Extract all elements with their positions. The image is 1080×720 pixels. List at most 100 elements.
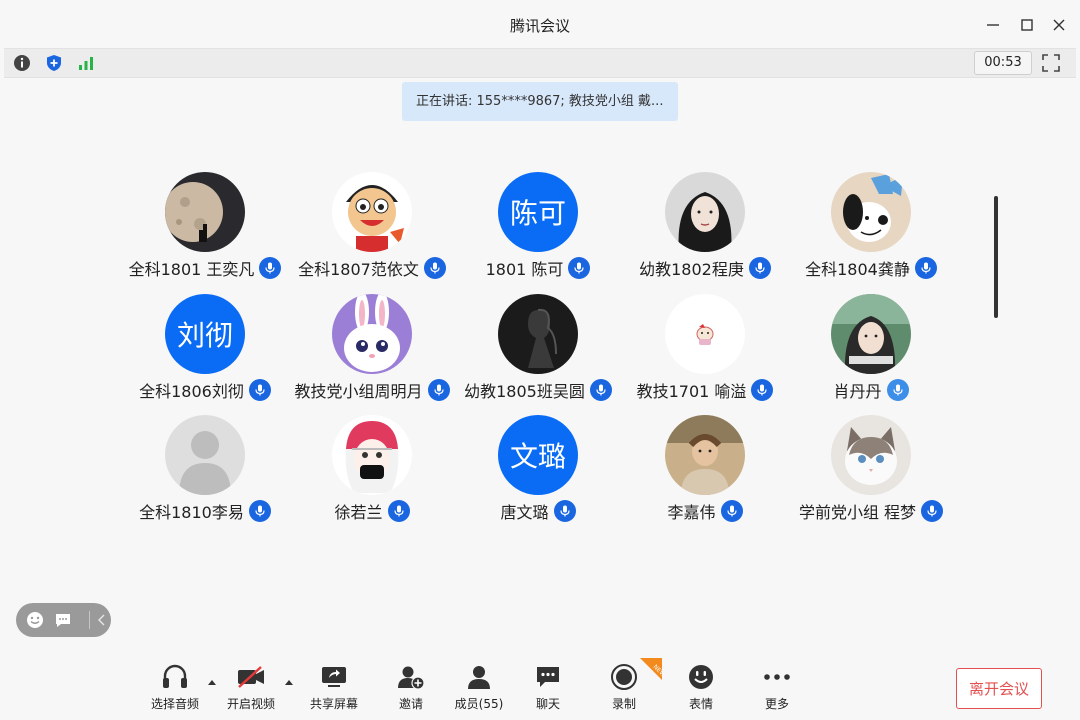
participant-tile[interactable]: 幼教1802程庚 (622, 172, 788, 284)
participant-name: 全科1810李易 (139, 503, 244, 522)
emoji-icon (689, 665, 713, 689)
avatar (831, 415, 911, 495)
share-screen-icon (322, 667, 346, 687)
avatar (332, 294, 412, 374)
participant-tile[interactable]: 全科1807范依文 (289, 172, 455, 284)
more-label: 更多 (764, 697, 789, 711)
mic-status (748, 257, 771, 279)
microphone-icon (393, 505, 404, 517)
participant-name-row: 肖丹丹 (788, 378, 954, 402)
avatar: 文璐 (498, 415, 578, 495)
window-title: 腾讯会议 (509, 17, 570, 35)
members-button[interactable]: 成员(55) (444, 662, 514, 716)
more-button[interactable]: 更多 (742, 662, 812, 716)
participant-name-row: 全科1801 王奕凡 (122, 256, 288, 280)
participant-tile[interactable]: 徐若兰 (289, 415, 455, 527)
close-icon (1053, 19, 1065, 31)
microphone-icon (755, 262, 765, 274)
participant-tile[interactable]: 文璐唐文璐 (455, 415, 621, 527)
mic-status (886, 379, 909, 401)
video-button[interactable]: 开启视频 (216, 662, 286, 716)
participant-name-row: 徐若兰 (289, 499, 455, 523)
invite-button[interactable]: 邀请 (376, 662, 446, 716)
avatar-initials: 陈可 (509, 197, 566, 230)
maximize-button[interactable] (1016, 14, 1038, 36)
audio-button[interactable]: 选择音频 (140, 662, 210, 716)
participant-tile[interactable]: 全科1804龚静 (788, 172, 954, 284)
message-button[interactable] (53, 610, 73, 630)
participant-name-row: 唐文璐 (455, 499, 621, 523)
participant-tile[interactable]: 肖丹丹 (788, 294, 954, 406)
info-button[interactable] (12, 53, 32, 73)
leave-meeting-button[interactable]: 离开会议 (956, 668, 1042, 709)
participant-name: 肖丹丹 (833, 382, 882, 401)
participant-name-row: 幼教1802程庚 (622, 256, 788, 280)
avatar (332, 172, 412, 252)
participant-tile[interactable]: 教技党小组周明月 (289, 294, 455, 406)
close-button[interactable] (1048, 14, 1070, 36)
participant-name: 全科1807范依文 (298, 260, 419, 279)
headphone-icon (163, 664, 187, 688)
mic-status (248, 379, 271, 401)
meeting-timer: 00:53 (974, 51, 1032, 75)
avatar-image (165, 172, 245, 252)
avatar-image (498, 294, 578, 374)
participant-name-row: 学前党小组 程梦 (788, 499, 954, 523)
minimize-button[interactable] (982, 14, 1004, 36)
microphone-icon (574, 262, 585, 274)
participant-tile[interactable]: 幼教1805班吴圆 (455, 294, 621, 406)
avatar-image (831, 172, 911, 252)
participant-tile[interactable]: 教技1701 喻溢 (622, 294, 788, 406)
smiley-icon (27, 612, 43, 628)
mic-status (568, 257, 591, 279)
participant-name-row: 幼教1805班吴圆 (455, 378, 621, 402)
caret-up-icon (285, 679, 293, 685)
chat-button[interactable]: 聊天 (513, 662, 583, 716)
avatar: 陈可 (498, 172, 578, 252)
security-button[interactable] (44, 53, 64, 73)
participant-name-row: 教技党小组周明月 (289, 378, 455, 402)
emoji-button[interactable] (25, 610, 45, 630)
scrollbar[interactable] (994, 196, 998, 318)
participant-name-row: 全科1806刘彻 (122, 378, 288, 402)
avatar: 刘彻 (165, 294, 245, 374)
add-person-icon (398, 666, 425, 690)
participant-name: 李嘉伟 (667, 503, 716, 522)
invite-label: 邀请 (398, 697, 423, 711)
video-off-icon (238, 666, 264, 688)
mic-status (248, 500, 271, 522)
participant-name: 唐文璐 (500, 503, 549, 522)
participant-name: 1801 陈可 (485, 260, 564, 279)
avatar-initials: 文璐 (509, 440, 566, 473)
video-label: 开启视频 (226, 697, 275, 711)
participant-tile[interactable]: 刘彻全科1806刘彻 (122, 294, 288, 406)
network-signal[interactable] (76, 53, 96, 73)
participant-tile[interactable]: 全科1810李易 (122, 415, 288, 527)
status-bar: 00:53 (4, 48, 1076, 78)
mic-status (589, 379, 612, 401)
participant-name-row: 全科1807范依文 (289, 256, 455, 280)
microphone-icon (430, 262, 440, 274)
participant-tile[interactable]: 陈可 1801 陈可 (455, 172, 621, 284)
collapse-button[interactable] (96, 610, 108, 630)
participant-tile[interactable]: 全科1801 王奕凡 (122, 172, 288, 284)
mic-status (921, 500, 944, 522)
mic-status (720, 500, 743, 522)
participant-name-row: 全科1810李易 (122, 499, 288, 523)
mic-status (751, 379, 774, 401)
fullscreen-button[interactable] (1040, 52, 1062, 74)
reactions-button[interactable]: 表情 (666, 662, 736, 716)
avatar (665, 172, 745, 252)
avatar (165, 415, 245, 495)
chat-icon (537, 667, 559, 687)
participant-tile[interactable]: 学前党小组 程梦 (788, 415, 954, 527)
share-screen-button[interactable]: 共享屏幕 (299, 662, 369, 716)
video-options-caret[interactable] (284, 678, 294, 686)
avatar-image (665, 172, 745, 252)
avatar (831, 294, 911, 374)
participant-tile[interactable]: 李嘉伟 (622, 415, 788, 527)
more-icon (764, 674, 790, 680)
speaking-banner: 正在讲话: 155****9867; 教技党小组 戴... (402, 82, 678, 121)
avatar (665, 415, 745, 495)
mic-status (423, 257, 446, 279)
